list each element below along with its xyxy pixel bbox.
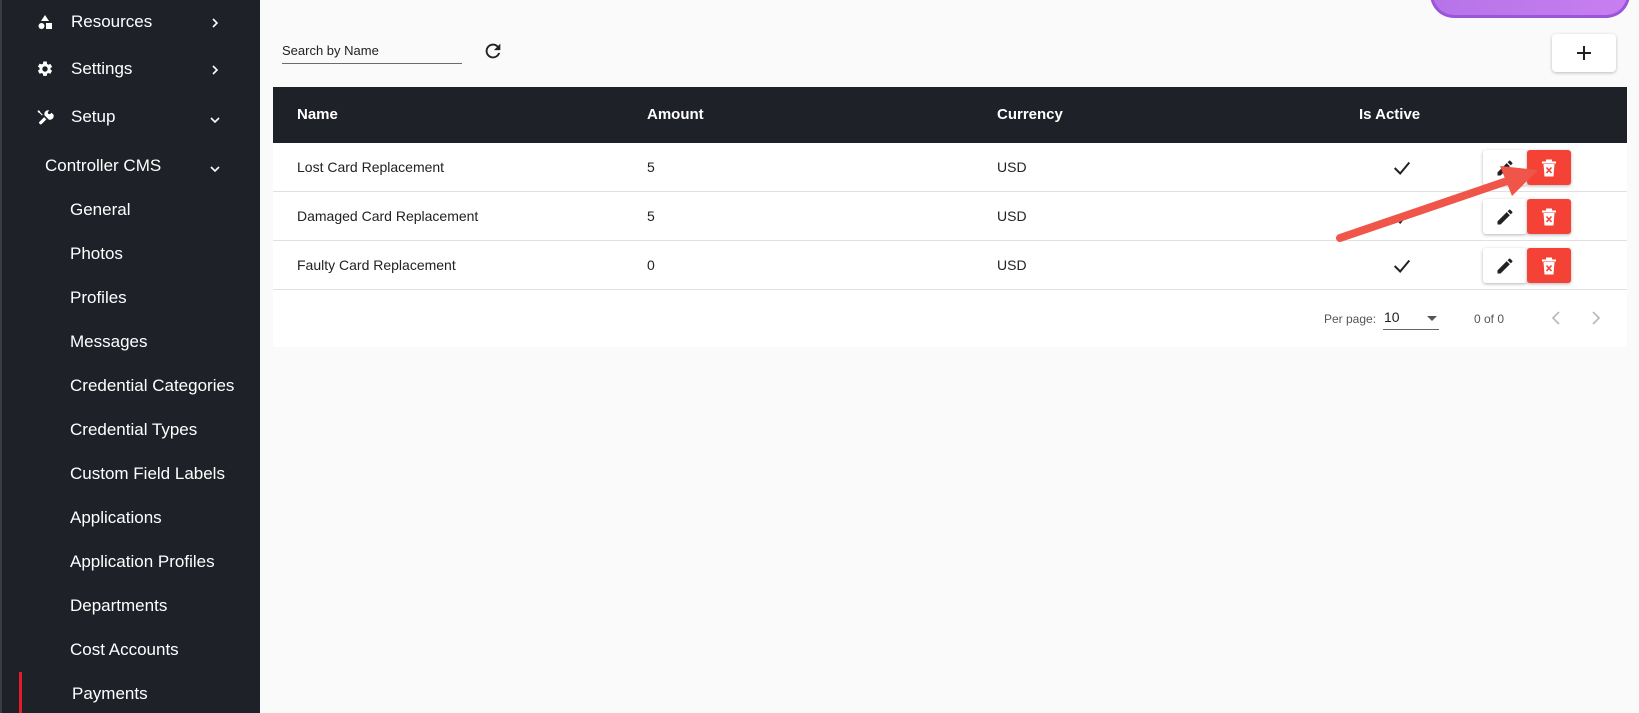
pencil-icon bbox=[1497, 159, 1513, 175]
sidebar-item-resources[interactable]: Resources bbox=[35, 12, 260, 32]
column-header-amount[interactable]: Amount bbox=[647, 106, 704, 123]
checkmark-icon bbox=[1393, 210, 1411, 224]
sidebar-group-label: Controller CMS bbox=[45, 156, 162, 175]
active-item-marker bbox=[19, 672, 22, 713]
table-row: Faulty Card Replacement 0 USD bbox=[273, 241, 1627, 290]
per-page-select[interactable]: 10 bbox=[1383, 306, 1439, 330]
payments-table: Name Amount Currency Is Active Lost Card… bbox=[273, 87, 1627, 347]
sidebar-item-photos[interactable]: Photos bbox=[70, 244, 123, 264]
column-header-name[interactable]: Name bbox=[297, 106, 338, 123]
pencil-icon bbox=[1497, 208, 1513, 224]
checkmark-icon bbox=[1393, 259, 1411, 273]
cell-name: Lost Card Replacement bbox=[297, 159, 445, 175]
sidebar-edge bbox=[0, 0, 2, 713]
cell-amount: 0 bbox=[647, 257, 655, 273]
trash-icon bbox=[1542, 159, 1556, 176]
table-row: Damaged Card Replacement 5 USD bbox=[273, 192, 1627, 241]
trash-icon bbox=[1542, 257, 1556, 274]
sidebar-item-credential-categories[interactable]: Credential Categories bbox=[70, 376, 234, 396]
sidebar-item-setup[interactable]: Setup bbox=[35, 107, 260, 127]
edit-button[interactable] bbox=[1483, 199, 1527, 234]
search-input[interactable] bbox=[282, 38, 462, 62]
dropdown-arrow-icon bbox=[1427, 316, 1437, 321]
cell-currency: USD bbox=[997, 208, 1027, 224]
column-header-is-active[interactable]: Is Active bbox=[1359, 106, 1420, 123]
page-range-label: 0 of 0 bbox=[1474, 312, 1505, 326]
sidebar-item-messages[interactable]: Messages bbox=[70, 332, 147, 352]
chevron-right-icon bbox=[212, 65, 219, 75]
sidebar-item-custom-field-labels[interactable]: Custom Field Labels bbox=[70, 464, 225, 484]
sidebar-item-label: Resources bbox=[71, 12, 153, 31]
sidebar-item-profiles[interactable]: Profiles bbox=[70, 288, 127, 308]
table-header: Name Amount Currency Is Active bbox=[273, 87, 1627, 143]
sidebar-item-payments[interactable]: Payments bbox=[72, 684, 148, 704]
edit-button[interactable] bbox=[1483, 150, 1527, 185]
sidebar-item-credential-types[interactable]: Credential Types bbox=[70, 420, 197, 440]
sidebar-item-label: Settings bbox=[71, 59, 133, 78]
sidebar-item-departments[interactable]: Departments bbox=[70, 596, 167, 616]
cell-name: Damaged Card Replacement bbox=[297, 208, 479, 224]
shapes-icon bbox=[35, 12, 55, 32]
sidebar-item-cost-accounts[interactable]: Cost Accounts bbox=[70, 640, 179, 660]
sidebar-item-label: Setup bbox=[71, 107, 116, 126]
cell-amount: 5 bbox=[647, 159, 655, 175]
sidebar-group-controller-cms[interactable]: Controller CMS bbox=[45, 156, 260, 176]
checkmark-icon bbox=[1393, 161, 1411, 175]
sidebar-item-general[interactable]: General bbox=[70, 200, 130, 220]
edit-button[interactable] bbox=[1483, 248, 1527, 283]
delete-button[interactable] bbox=[1527, 248, 1571, 283]
table-row: Lost Card Replacement 5 USD bbox=[273, 143, 1627, 192]
cell-amount: 5 bbox=[647, 208, 655, 224]
sidebar-item-applications[interactable]: Applications bbox=[70, 508, 162, 528]
add-button[interactable] bbox=[1552, 34, 1616, 72]
sidebar-item-settings[interactable]: Settings bbox=[35, 59, 260, 79]
chevron-right-icon bbox=[212, 18, 219, 28]
brand-logo bbox=[1430, 0, 1630, 18]
delete-button[interactable] bbox=[1527, 199, 1571, 234]
chevron-right-icon[interactable] bbox=[1587, 309, 1605, 327]
chevron-down-icon bbox=[210, 166, 220, 173]
plus-icon bbox=[1577, 46, 1591, 60]
refresh-icon[interactable] bbox=[482, 40, 504, 62]
per-page-label: Per page: bbox=[1324, 312, 1377, 326]
cell-name: Faulty Card Replacement bbox=[297, 257, 456, 273]
tools-icon bbox=[35, 107, 55, 127]
search-field bbox=[282, 38, 462, 64]
per-page-value: 10 bbox=[1384, 309, 1400, 325]
trash-icon bbox=[1542, 208, 1556, 225]
chevron-left-icon[interactable] bbox=[1547, 309, 1565, 327]
gear-icon bbox=[35, 59, 55, 79]
pencil-icon bbox=[1497, 257, 1513, 273]
sidebar: Resources Settings Setup Controller CMS … bbox=[0, 0, 260, 713]
delete-button[interactable] bbox=[1527, 150, 1571, 185]
column-header-currency[interactable]: Currency bbox=[997, 106, 1063, 123]
cell-currency: USD bbox=[997, 159, 1027, 175]
chevron-down-icon bbox=[210, 117, 220, 124]
sidebar-item-application-profiles[interactable]: Application Profiles bbox=[70, 552, 215, 572]
cell-currency: USD bbox=[997, 257, 1027, 273]
